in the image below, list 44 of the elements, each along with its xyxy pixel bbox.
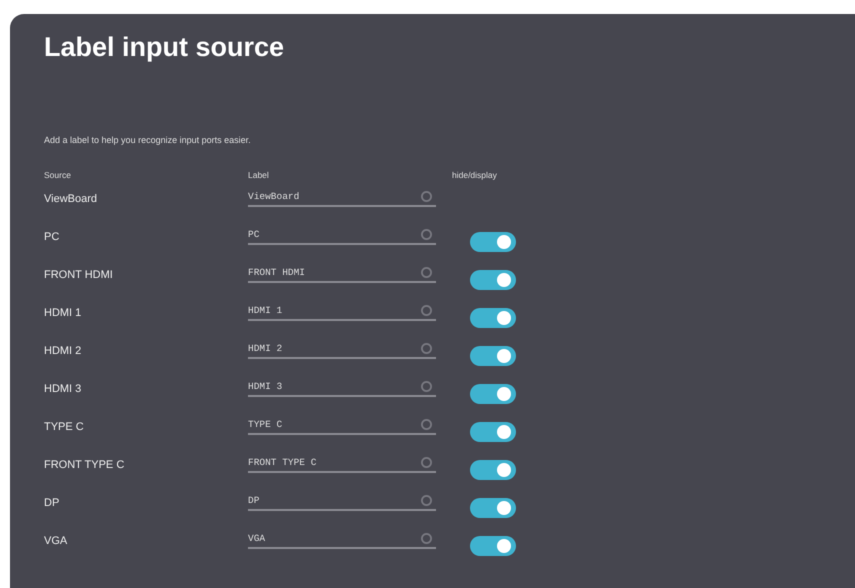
clear-icon[interactable] (421, 419, 432, 430)
source-name: FRONT HDMI (44, 269, 114, 281)
source-name: TYPE C (44, 421, 85, 433)
source-name: PC (44, 231, 60, 243)
label-input-field[interactable]: PC (248, 229, 436, 245)
page-title: Label input source (44, 32, 286, 63)
toggle-switch[interactable] (470, 308, 516, 328)
source-name: FRONT TYPE C (44, 459, 126, 471)
clear-icon[interactable] (421, 533, 432, 544)
description-text: Add a label to help you recognize input ports easier. (44, 135, 252, 145)
clear-icon[interactable] (421, 343, 432, 354)
clear-icon[interactable] (421, 267, 432, 278)
clear-icon[interactable] (421, 381, 432, 392)
toggle-switch[interactable] (470, 422, 516, 442)
label-input-field[interactable]: ViewBoard (248, 191, 436, 207)
column-header: Source (44, 170, 72, 180)
source-name: VGA (44, 535, 68, 547)
clear-icon[interactable] (421, 229, 432, 240)
toggle-switch[interactable] (470, 270, 516, 290)
toggle-switch[interactable] (470, 536, 516, 556)
column-header: Label (248, 170, 270, 180)
label-input-field[interactable]: FRONT HDMI (248, 267, 436, 283)
toggle-switch[interactable] (470, 498, 516, 518)
column-header: hide/display (451, 170, 498, 180)
label-input-field[interactable]: TYPE C (248, 419, 436, 435)
toggle-switch[interactable] (470, 346, 516, 366)
toggle-switch[interactable] (470, 460, 516, 480)
label-input-field[interactable]: VGA (248, 533, 436, 549)
source-name: DP (44, 497, 60, 509)
clear-icon[interactable] (421, 191, 432, 202)
label-input-field[interactable]: FRONT TYPE C (248, 457, 436, 473)
toggle-switch[interactable] (470, 384, 516, 404)
label-input-field[interactable]: HDMI 1 (248, 305, 436, 321)
source-name: HDMI 3 (44, 383, 82, 395)
clear-icon[interactable] (421, 457, 432, 468)
source-name: ViewBoard (44, 193, 98, 205)
label-input-field[interactable]: HDMI 3 (248, 381, 436, 397)
label-input-field[interactable]: HDMI 2 (248, 343, 436, 359)
clear-icon[interactable] (421, 305, 432, 316)
source-name: HDMI 2 (44, 345, 82, 357)
toggle-switch[interactable] (470, 232, 516, 252)
source-name: HDMI 1 (44, 307, 82, 319)
clear-icon[interactable] (421, 495, 432, 506)
label-input-field[interactable]: DP (248, 495, 436, 511)
